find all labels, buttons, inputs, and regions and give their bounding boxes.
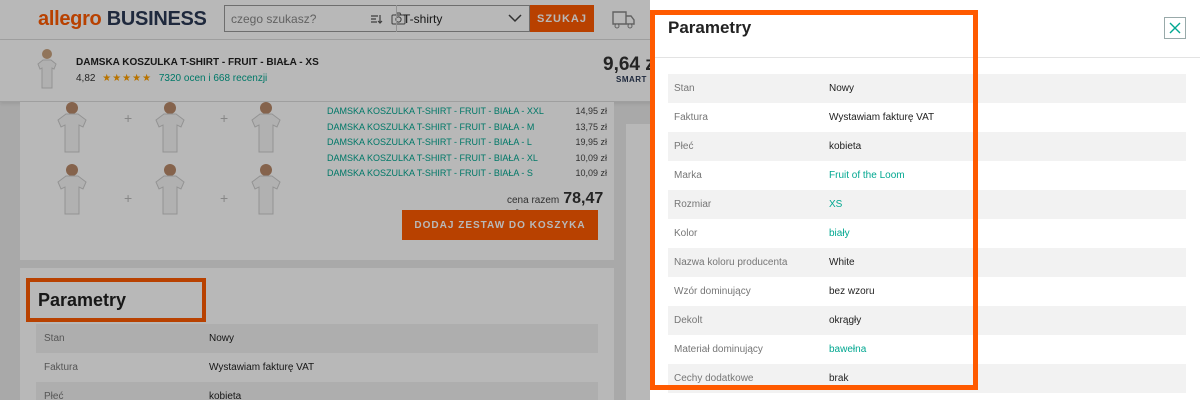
parameter-row: Dekolt okrągły	[668, 306, 1186, 335]
panel-title: Parametry	[668, 18, 752, 37]
parameter-key: Marka	[674, 170, 702, 181]
parameter-row: Wzór dominujący bez wzoru	[668, 277, 1186, 306]
parameter-key: Materiał dominujący	[674, 344, 763, 355]
parameter-value: Wystawiam fakturę VAT	[829, 112, 935, 123]
panel-parameters-table: Stan Nowy Faktura Wystawiam fakturę VAT Pł…	[668, 74, 1186, 393]
parameter-key: Wzór dominujący	[674, 286, 751, 297]
parameter-value: brak	[829, 373, 849, 384]
parameter-key: Dekolt	[674, 315, 703, 326]
parameter-row: Kolor biały	[668, 219, 1186, 248]
parameter-row: Płeć kobieta	[668, 132, 1186, 161]
parameter-row: Rozmiar XS	[668, 190, 1186, 219]
parameter-key: Nazwa koloru producenta	[674, 257, 788, 268]
modal-backdrop[interactable]	[0, 0, 650, 400]
parameter-value-link[interactable]: XS	[829, 199, 842, 210]
parameters-panel: Parametry Stan Nowy Faktura Wystawiam fakt…	[650, 0, 1200, 400]
parameter-key: Faktura	[674, 112, 708, 123]
parameter-key: Stan	[674, 83, 695, 94]
parameter-key: Kolor	[674, 228, 698, 239]
parameter-value: White	[829, 257, 855, 268]
close-icon	[1169, 22, 1181, 34]
parameter-value-link[interactable]: biały	[829, 228, 850, 239]
parameter-value-link[interactable]: Fruit of the Loom	[829, 170, 905, 181]
parameter-key: Płeć	[674, 141, 694, 152]
parameter-value: bez wzoru	[829, 286, 875, 297]
parameter-value-link[interactable]: bawełna	[829, 344, 866, 355]
parameter-row: Stan Nowy	[668, 74, 1186, 103]
parameter-row: Faktura Wystawiam fakturę VAT	[668, 103, 1186, 132]
parameter-value: okrągły	[829, 315, 862, 326]
parameter-row: Nazwa koloru producenta White	[668, 248, 1186, 277]
panel-header: Parametry	[650, 0, 1200, 58]
parameter-key: Cechy dodatkowe	[674, 373, 754, 384]
parameter-row: Materiał dominujący bawełna	[668, 335, 1186, 364]
parameter-value: kobieta	[829, 141, 862, 152]
close-button[interactable]	[1164, 17, 1186, 39]
parameter-row: Cechy dodatkowe brak	[668, 364, 1186, 393]
parameter-key: Rozmiar	[674, 199, 712, 210]
parameter-row: Marka Fruit of the Loom	[668, 161, 1186, 190]
parameter-value: Nowy	[829, 83, 855, 94]
